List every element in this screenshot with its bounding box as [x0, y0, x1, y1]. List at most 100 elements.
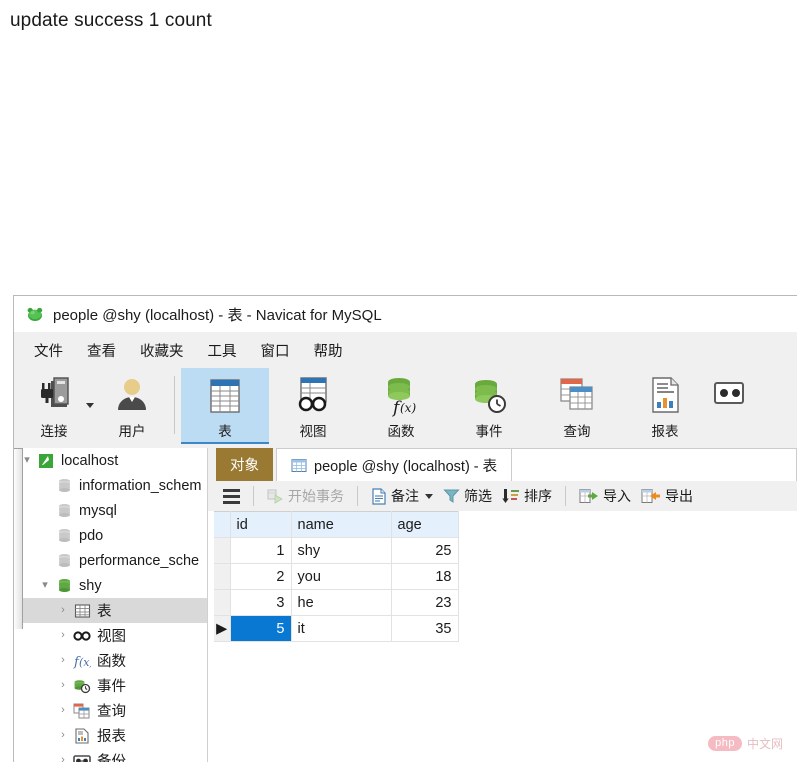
data-grid[interactable]: id name age 1 shy 25 2 you 18 3 he 23 ▶ … [214, 511, 459, 642]
cell-name[interactable]: you [290, 563, 392, 590]
tree-item-performance-schema[interactable]: performance_sche [14, 548, 207, 573]
grid-menu-button[interactable] [218, 484, 245, 508]
tabstrip-filler [512, 448, 797, 481]
cell-name[interactable]: he [290, 589, 392, 616]
query-icon [556, 374, 598, 418]
chevron-right-icon[interactable]: › [54, 680, 72, 691]
cell-age[interactable]: 25 [390, 537, 459, 564]
tree-item-views[interactable]: › 视图 [14, 623, 207, 648]
page-output-message: update success 1 count [10, 10, 212, 31]
cell-name[interactable]: it [290, 615, 392, 642]
ribbon-button-event[interactable]: 事件 [445, 368, 533, 444]
filter-button[interactable]: 筛选 [438, 484, 497, 508]
begin-transaction-button[interactable]: 开始事务 [262, 484, 349, 508]
chevron-right-icon[interactable]: › [54, 755, 72, 762]
event-icon [468, 374, 510, 418]
row-marker-header [214, 511, 231, 538]
menu-file[interactable]: 文件 [22, 337, 75, 364]
tabstrip: 对象 people @shy (localhost) - 表 [208, 448, 797, 481]
tab-people-table[interactable]: people @shy (localhost) - 表 [276, 448, 513, 481]
import-button[interactable]: 导入 [574, 484, 636, 508]
cell-name[interactable]: shy [290, 537, 392, 564]
tree-item-localhost[interactable]: ▾ localhost [14, 448, 207, 473]
import-label: 导入 [603, 488, 631, 504]
column-header-name[interactable]: name [290, 511, 392, 538]
table-row[interactable]: ▶ 5 it 35 [214, 615, 459, 642]
ribbon-button-backup-partial[interactable] [709, 368, 745, 444]
menu-tools[interactable]: 工具 [196, 337, 249, 364]
tree-item-information-schema[interactable]: information_schem [14, 473, 207, 498]
data-toolbar: 开始事务 备注 筛选 排序 导入 导出 [208, 481, 797, 511]
ribbon-button-user[interactable]: 用户 [96, 368, 168, 444]
connection-dropdown-caret[interactable] [86, 390, 94, 426]
tree-item-events[interactable]: › 事件 [14, 673, 207, 698]
toolbar-separator [357, 486, 358, 506]
ribbon-button-function[interactable]: f (x) 函数 [357, 368, 445, 444]
tab-objects[interactable]: 对象 [216, 448, 273, 481]
filter-label: 筛选 [464, 488, 492, 504]
table-row[interactable]: 3 he 23 [214, 589, 459, 616]
ribbon-button-table[interactable]: 表 [181, 368, 269, 444]
table-icon [204, 374, 246, 418]
export-button[interactable]: 导出 [636, 484, 698, 508]
cell-id[interactable]: 1 [229, 537, 292, 564]
table-row[interactable]: 1 shy 25 [214, 537, 459, 564]
tree-item-pdo[interactable]: pdo [14, 523, 207, 548]
column-header-id[interactable]: id [229, 511, 292, 538]
tree-item-functions[interactable]: › f (x) 函数 [14, 648, 207, 673]
tree-item-mysql[interactable]: mysql [14, 498, 207, 523]
tab-objects-label: 对象 [230, 458, 259, 474]
tree-item-reports[interactable]: › 报表 [14, 723, 207, 748]
note-button[interactable]: 备注 [366, 484, 438, 508]
table-icon [291, 458, 307, 473]
tree-label-events: 事件 [97, 679, 126, 695]
tree-item-backups[interactable]: › 备份 [14, 748, 207, 762]
ribbon-label-report: 报表 [651, 424, 679, 439]
chevron-right-icon[interactable]: › [54, 730, 72, 741]
object-tree-sidebar: ▾ localhost information_schem mysql pdo … [14, 448, 208, 762]
chevron-down-icon[interactable] [425, 493, 433, 499]
tree-item-shy[interactable]: ▾ shy [14, 573, 207, 598]
table-icon [72, 602, 92, 620]
cell-id[interactable]: 5 [229, 615, 292, 642]
menu-help[interactable]: 帮助 [302, 337, 355, 364]
connection-node-icon [36, 452, 56, 470]
begin-transaction-icon [267, 488, 284, 504]
ribbon-button-report[interactable]: 报表 [621, 368, 709, 444]
chevron-right-icon[interactable]: › [54, 630, 72, 641]
ribbon-label-user: 用户 [118, 424, 146, 439]
chevron-down-icon[interactable]: ▾ [36, 580, 54, 591]
ribbon-label-view: 视图 [299, 424, 327, 439]
tree-item-queries[interactable]: › 查询 [14, 698, 207, 723]
cell-id[interactable]: 3 [229, 589, 292, 616]
cell-age[interactable]: 18 [390, 563, 459, 590]
ribbon-button-view[interactable]: 视图 [269, 368, 357, 444]
cell-age[interactable]: 23 [390, 589, 459, 616]
sort-button[interactable]: 排序 [497, 484, 557, 508]
ribbon-button-connection[interactable]: 连接 [18, 368, 90, 444]
query-icon [72, 702, 92, 720]
database-gray-icon [54, 527, 74, 545]
tab-people-table-label: people @shy (localhost) - 表 [314, 458, 498, 475]
sort-icon [502, 488, 520, 504]
row-marker[interactable] [214, 537, 231, 564]
menu-favorites[interactable]: 收藏夹 [128, 337, 196, 364]
screen: update success 1 count people @shy (loca… [0, 0, 797, 762]
cell-age[interactable]: 35 [390, 615, 459, 642]
event-clock-icon [72, 677, 92, 695]
row-marker-current[interactable]: ▶ [214, 615, 231, 642]
row-marker[interactable] [214, 563, 231, 590]
cell-id[interactable]: 2 [229, 563, 292, 590]
ribbon-button-query[interactable]: 查询 [533, 368, 621, 444]
menu-view[interactable]: 查看 [75, 337, 128, 364]
navicat-window: people @shy (localhost) - 表 - Navicat fo… [13, 295, 797, 762]
chevron-right-icon[interactable]: › [54, 655, 72, 666]
chevron-right-icon[interactable]: › [54, 705, 72, 716]
tree-item-tables[interactable]: › 表 [14, 598, 207, 623]
column-header-age[interactable]: age [390, 511, 459, 538]
tree-label-queries: 查询 [97, 704, 126, 720]
menu-window[interactable]: 窗口 [249, 337, 302, 364]
table-row[interactable]: 2 you 18 [214, 563, 459, 590]
chevron-right-icon[interactable]: › [54, 605, 72, 616]
row-marker[interactable] [214, 589, 231, 616]
